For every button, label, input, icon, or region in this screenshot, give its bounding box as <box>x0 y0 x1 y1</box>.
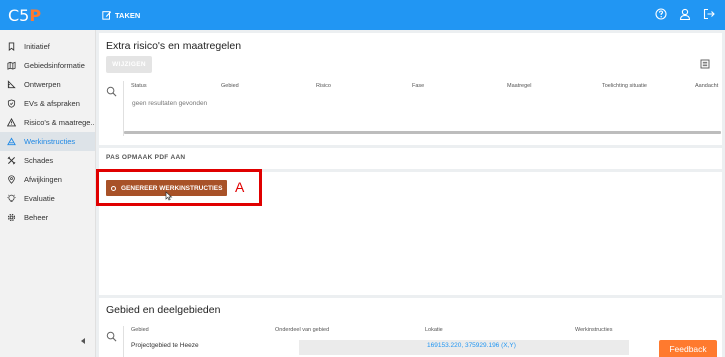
pdf-card: PAS OPMAAK PDF AAN <box>99 148 722 169</box>
risico-table-header: Status Gebied Risico Fase Maatregel Toel… <box>125 83 721 97</box>
table-row[interactable]: Projectgebied te Heeze 169153.220, 37592… <box>125 340 721 355</box>
search-column <box>100 81 124 136</box>
collapse-sidebar-icon[interactable] <box>79 337 87 345</box>
column-header: Status <box>131 83 147 89</box>
sidebar-item-label: Schades <box>24 156 54 165</box>
sidebar-item-werkinstructies[interactable]: Werkinstructies <box>0 132 95 151</box>
sidebar-item-evs-afspraken[interactable]: EVs & afspraken <box>0 94 95 113</box>
map-icon <box>7 61 16 70</box>
sidebar-item-initiatief[interactable]: Initiatief <box>0 37 95 56</box>
tools-icon <box>7 156 16 165</box>
gebied-card-title: Gebied en deelgebieden <box>106 304 221 316</box>
logo-text: C5 <box>8 5 30 25</box>
sidebar-item-label: Evaluatie <box>24 194 55 203</box>
gear-icon <box>7 213 16 222</box>
lokatie-link[interactable]: 169153.220, 375929.196 (X,Y) <box>427 342 516 349</box>
pin-icon <box>8 175 15 184</box>
search-icon[interactable] <box>106 86 117 97</box>
bulb-icon <box>7 194 16 203</box>
list-view-icon[interactable] <box>700 59 710 69</box>
sidebar: Initiatief Gebiedsinformatie Ontwerpen E… <box>0 30 96 357</box>
shield-icon <box>7 99 16 108</box>
column-header: Risico <box>316 83 331 89</box>
sidebar-item-label: Ontwerpen <box>24 80 61 89</box>
sidebar-item-evaluatie[interactable]: Evaluatie <box>0 189 95 208</box>
column-header: Onderdeel van gebied <box>275 327 330 333</box>
empty-results-text: geen resultaten gevonden <box>132 100 208 107</box>
column-header: Aandacht <box>695 83 719 89</box>
app-logo[interactable]: C5 P <box>0 6 98 25</box>
sidebar-item-risicos[interactable]: Risico's & maatrege... <box>0 113 95 132</box>
sidebar-item-label: Risico's & maatrege... <box>24 118 95 127</box>
taken-nav-link[interactable]: TAKEN <box>102 10 140 20</box>
column-header: Toelichting situatie <box>602 83 647 89</box>
pdf-customize-link[interactable]: PAS OPMAAK PDF AAN <box>106 154 185 161</box>
top-bar: C5 P TAKEN <box>0 0 725 30</box>
search-column <box>100 326 124 357</box>
column-header: Fase <box>412 83 425 89</box>
column-header: Werkinstructies <box>575 327 613 333</box>
annotation-label: A <box>235 179 245 195</box>
wijzigen-button[interactable]: WIJZIGEN <box>106 56 152 73</box>
column-header: Gebied <box>221 83 239 89</box>
triangle-icon <box>7 137 16 146</box>
ruler-icon <box>7 80 16 89</box>
column-header: Maatregel <box>507 83 532 89</box>
edit-icon <box>102 11 112 20</box>
user-icon[interactable] <box>679 8 691 20</box>
risico-card-title: Extra risico's en maatregelen <box>106 40 242 52</box>
sidebar-item-label: Beheer <box>24 213 49 222</box>
risico-card: Extra risico's en maatregelen WIJZIGEN S… <box>99 33 722 145</box>
sidebar-item-label: Gebiedsinformatie <box>24 61 85 70</box>
sidebar-item-label: Werkinstructies <box>24 137 76 146</box>
taken-label: TAKEN <box>115 10 141 20</box>
sidebar-item-label: EVs & afspraken <box>24 99 80 108</box>
sidebar-item-ontwerpen[interactable]: Ontwerpen <box>0 75 95 94</box>
sidebar-item-beheer[interactable]: Beheer <box>0 208 95 227</box>
horizontal-scrollbar[interactable] <box>124 131 721 134</box>
gebied-card: Gebied en deelgebieden Gebied Onderdeel … <box>99 298 722 357</box>
logo-accent: P <box>29 5 42 25</box>
sidebar-item-schades[interactable]: Schades <box>0 151 95 170</box>
bookmark-icon <box>8 42 15 51</box>
sidebar-item-label: Afwijkingen <box>24 175 62 184</box>
column-header: Lokatie <box>425 327 443 333</box>
search-icon[interactable] <box>106 331 117 342</box>
warning-icon <box>7 118 16 127</box>
help-icon[interactable] <box>655 8 667 20</box>
sidebar-item-label: Initiatief <box>24 42 50 51</box>
sidebar-item-gebiedsinformatie[interactable]: Gebiedsinformatie <box>0 56 95 75</box>
feedback-button[interactable]: Feedback <box>659 340 717 357</box>
logout-icon[interactable] <box>703 8 715 20</box>
gebied-table-header: Gebied Onderdeel van gebied Lokatie Werk… <box>125 325 721 338</box>
gebied-cell: Projectgebied te Heeze <box>131 342 199 349</box>
column-header: Gebied <box>131 327 149 333</box>
sidebar-item-afwijkingen[interactable]: Afwijkingen <box>0 170 95 189</box>
